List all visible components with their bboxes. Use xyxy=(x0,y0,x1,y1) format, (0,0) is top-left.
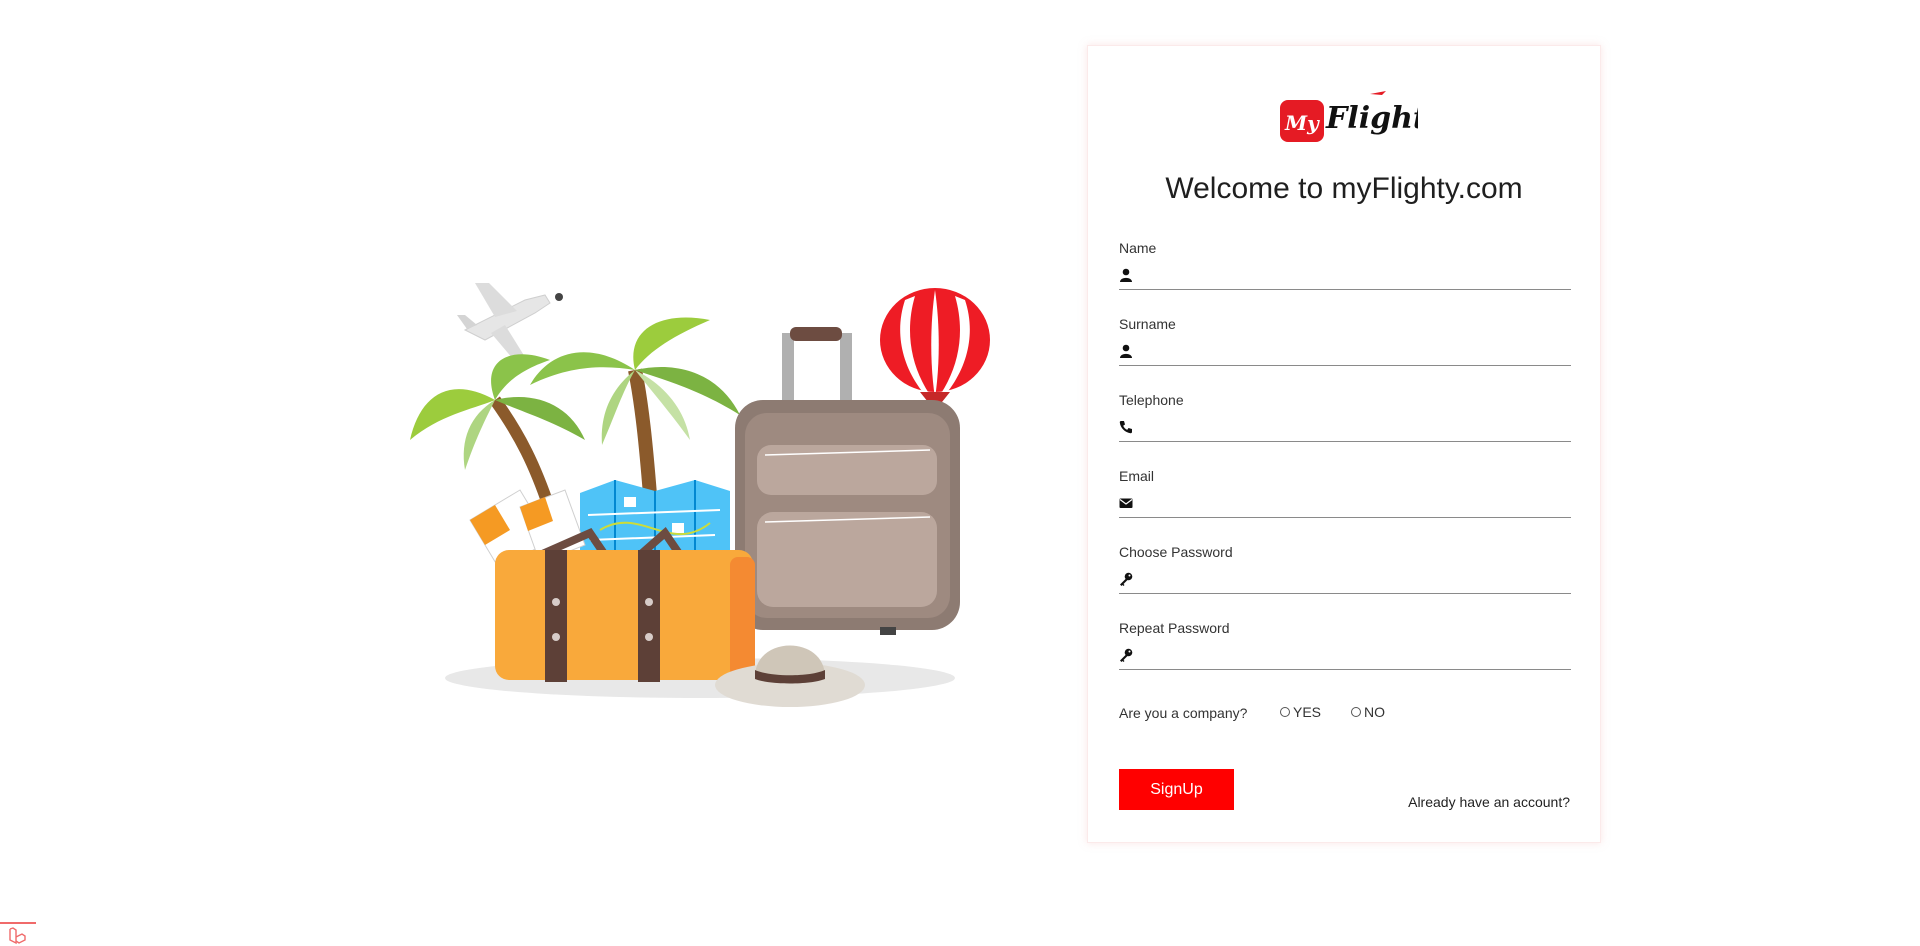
surname-field-row xyxy=(1119,335,1571,366)
login-link[interactable]: Already have an account? xyxy=(1408,794,1570,810)
hot-air-balloon xyxy=(880,288,990,415)
repeat-password-field-row xyxy=(1119,639,1571,670)
email-field-row xyxy=(1119,487,1571,518)
surname-input[interactable] xyxy=(1141,337,1571,365)
repeat-password-label: Repeat Password xyxy=(1119,620,1230,636)
airplane-icon xyxy=(457,283,563,359)
signup-card: My Flighty Welcome to myFlighty.com Name… xyxy=(1087,45,1601,843)
repeat-password-field: Repeat Password xyxy=(1119,620,1571,682)
repeat-password-input[interactable] xyxy=(1141,641,1571,669)
telephone-input[interactable] xyxy=(1141,413,1571,441)
email-label: Email xyxy=(1119,468,1155,484)
telephone-field: Telephone xyxy=(1119,392,1571,454)
name-field-row xyxy=(1119,259,1571,290)
travel-illustration xyxy=(410,283,990,707)
laravel-icon xyxy=(9,927,26,945)
choose-password-input[interactable] xyxy=(1141,565,1571,593)
telephone-field-row xyxy=(1119,411,1571,442)
name-field: Name xyxy=(1119,240,1571,302)
company-no-option[interactable]: NO xyxy=(1351,704,1385,720)
page-title: Welcome to myFlighty.com xyxy=(1165,172,1523,205)
surname-field: Surname xyxy=(1119,316,1571,378)
brand-logo: My Flighty xyxy=(1280,91,1418,142)
email-field: Email xyxy=(1119,468,1571,530)
user-icon xyxy=(1120,344,1132,358)
email-input[interactable] xyxy=(1141,489,1571,517)
svg-text:Flighty: Flighty xyxy=(1325,101,1418,136)
signup-button[interactable]: SignUp xyxy=(1119,769,1234,810)
company-yes-option[interactable]: YES xyxy=(1280,704,1321,720)
key-icon xyxy=(1120,648,1133,662)
company-question-label: Are you a company? xyxy=(1119,705,1248,721)
choose-password-label: Choose Password xyxy=(1119,544,1233,560)
choose-password-field: Choose Password xyxy=(1119,544,1571,606)
svg-text:My: My xyxy=(1284,111,1320,135)
suitcase xyxy=(495,527,755,682)
corner-badge[interactable] xyxy=(0,922,36,946)
telephone-label: Telephone xyxy=(1119,392,1184,408)
company-yes-radio[interactable] xyxy=(1280,707,1290,717)
envelope-icon xyxy=(1119,498,1133,508)
company-no-radio[interactable] xyxy=(1351,707,1361,717)
phone-icon xyxy=(1119,421,1132,434)
name-label: Name xyxy=(1119,240,1157,256)
palm-trees xyxy=(410,317,740,512)
signup-page: My Flighty Welcome to myFlighty.com Name… xyxy=(0,0,1920,946)
company-yes-label: YES xyxy=(1293,704,1322,720)
user-icon xyxy=(1120,268,1132,282)
company-no-label: NO xyxy=(1364,704,1385,720)
key-icon xyxy=(1120,572,1133,586)
surname-label: Surname xyxy=(1119,316,1176,332)
name-input[interactable] xyxy=(1141,261,1571,289)
choose-password-field-row xyxy=(1119,563,1571,594)
